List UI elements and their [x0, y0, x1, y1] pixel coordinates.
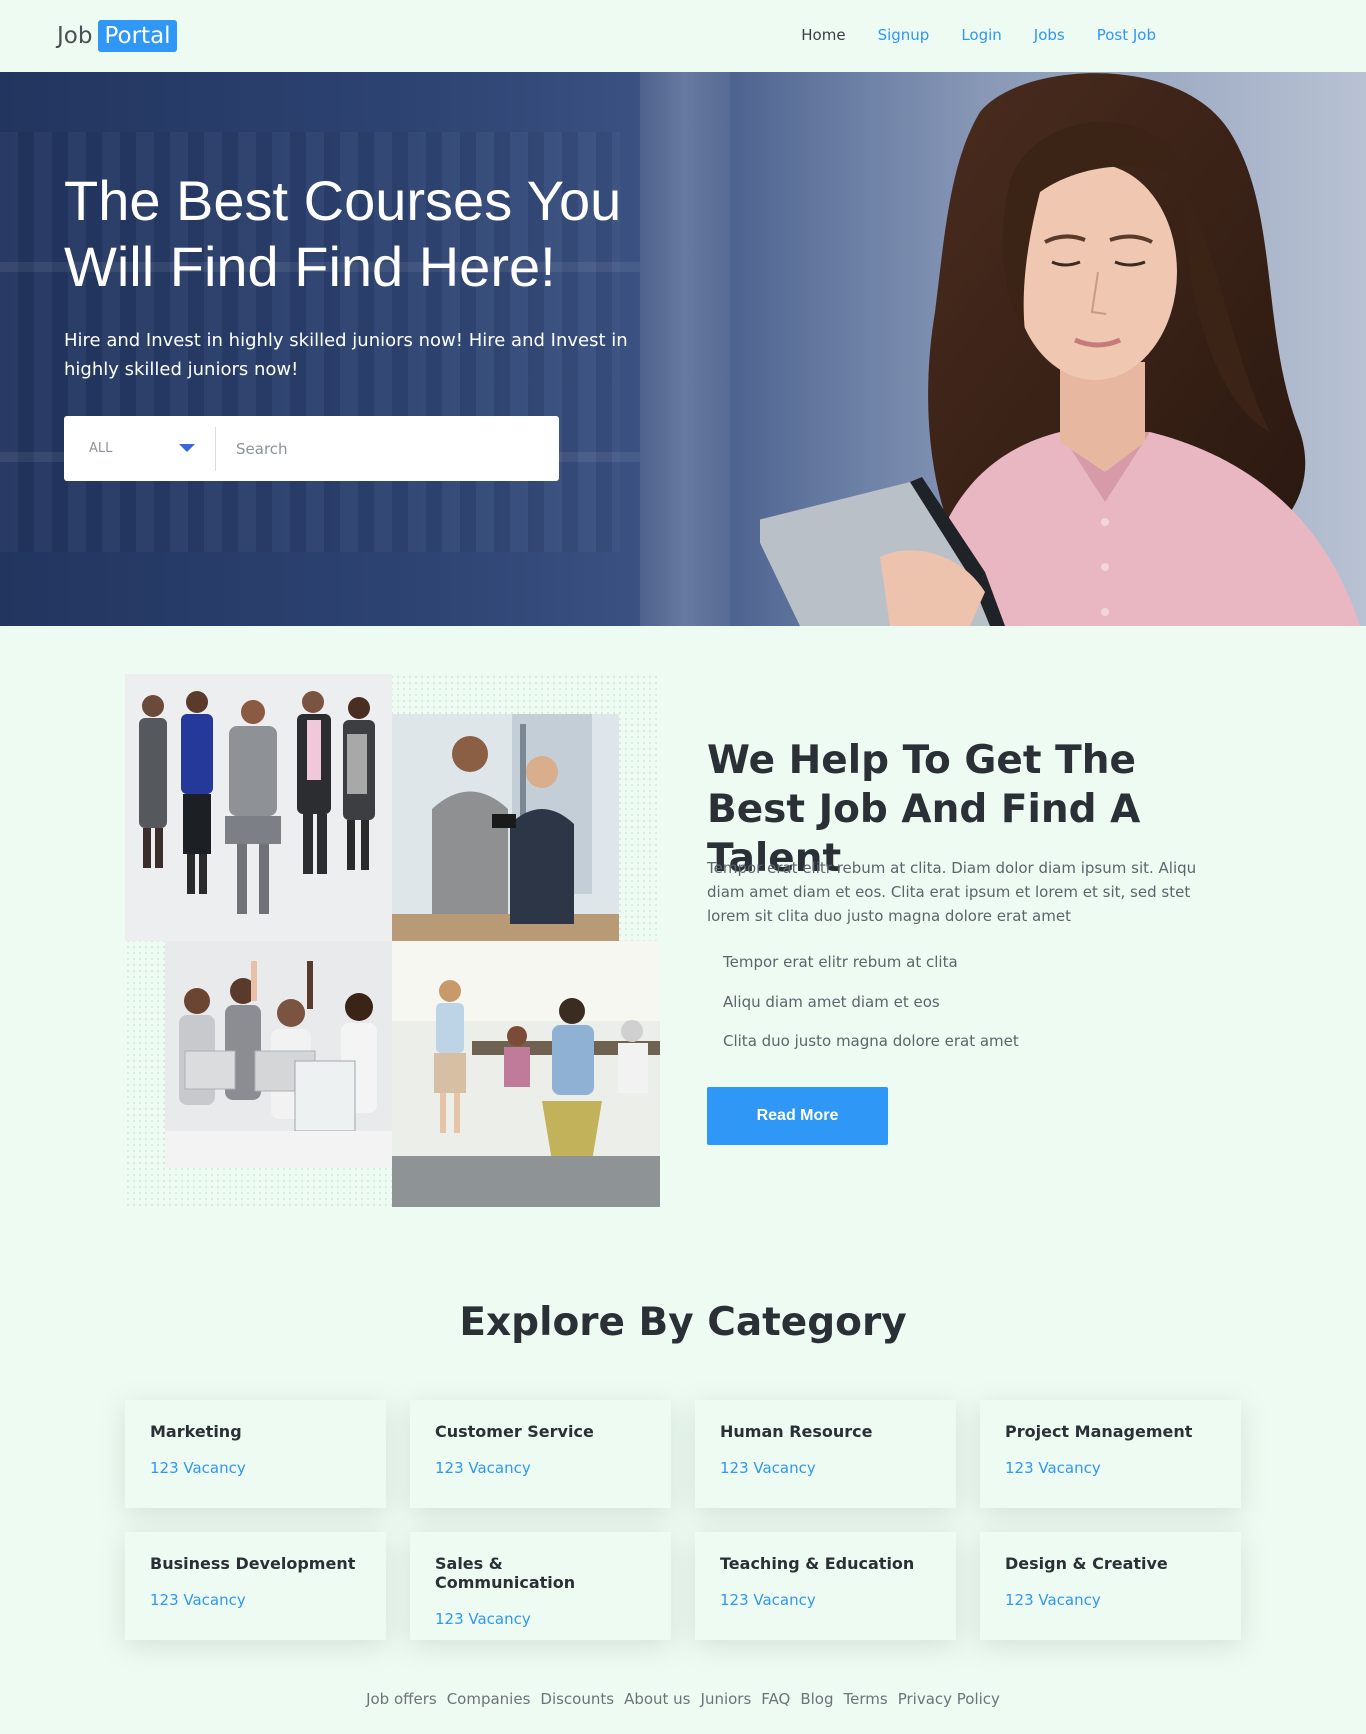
footer-link-discounts[interactable]: Discounts [540, 1690, 614, 1708]
vacancy-count: 123 Vacancy [150, 1459, 246, 1477]
caret-down-icon [179, 443, 195, 452]
category-card-project-management[interactable]: Project Management 123 Vacancy [980, 1400, 1241, 1508]
category-card-human-resource[interactable]: Human Resource 123 Vacancy [695, 1400, 956, 1508]
hero-search-box: ALL [64, 416, 559, 481]
about-description: Tempor erat elitr rebum at clita. Diam d… [707, 859, 1197, 925]
team-high-five-photo [165, 941, 392, 1168]
category-card-customer-service[interactable]: Customer Service 123 Vacancy [410, 1400, 671, 1508]
brand-text-portal: Portal [98, 20, 177, 52]
list-item: Aliqu diam amet diam et eos [723, 992, 940, 1011]
category-card-teaching-education[interactable]: Teaching & Education 123 Vacancy [695, 1532, 956, 1640]
footer-link-blog[interactable]: Blog [800, 1690, 833, 1708]
category-select-value: ALL [89, 441, 113, 456]
category-name: Human Resource [720, 1422, 873, 1441]
category-card-business-development[interactable]: Business Development 123 Vacancy [125, 1532, 386, 1640]
vacancy-count: 123 Vacancy [1005, 1459, 1101, 1477]
category-card-marketing[interactable]: Marketing 123 Vacancy [125, 1400, 386, 1508]
vacancy-count: 123 Vacancy [1005, 1591, 1101, 1609]
category-name: Sales & Communication [435, 1554, 576, 1592]
vacancy-count: 123 Vacancy [435, 1610, 531, 1628]
hero-banner: The Best Courses You Will Find Find Here… [0, 72, 1366, 626]
hero-title: The Best Courses You Will Find Find Here… [64, 169, 622, 298]
list-item: Tempor erat elitr rebum at clita [723, 953, 958, 971]
team-group-photo [125, 674, 392, 941]
vacancy-count: 123 Vacancy [435, 1459, 531, 1477]
nav-signup-link[interactable]: Signup [878, 26, 930, 44]
category-card-design-creative[interactable]: Design & Creative 123 Vacancy [980, 1532, 1241, 1640]
search-input[interactable] [216, 426, 559, 471]
nav-links: Home Signup Login Jobs Post Job [801, 26, 1156, 44]
hero-woman-with-tablet-image [760, 73, 1360, 626]
about-feature-list: Tempor erat elitr rebum at clita Aliqu d… [723, 951, 1019, 1070]
nav-jobs-link[interactable]: Jobs [1034, 26, 1065, 44]
list-item: Clita duo justo magna dolore erat amet [723, 1032, 1019, 1050]
footer-link-about-us[interactable]: About us [624, 1690, 690, 1708]
hero-subtitle: Hire and Invest in highly skilled junior… [64, 330, 628, 380]
category-name: Business Development [150, 1554, 356, 1573]
brand-logo[interactable]: Job Portal [57, 20, 177, 52]
footer-link-terms[interactable]: Terms [844, 1690, 888, 1708]
navbar: Job Portal Home Signup Login Jobs Post J… [0, 0, 1366, 72]
footer-link-companies[interactable]: Companies [447, 1690, 531, 1708]
category-name: Marketing [150, 1422, 242, 1441]
footer-link-faq[interactable]: FAQ [761, 1690, 790, 1708]
nav-post-job-link[interactable]: Post Job [1097, 26, 1156, 44]
footer-link-juniors[interactable]: Juniors [701, 1690, 752, 1708]
vacancy-count: 123 Vacancy [720, 1591, 816, 1609]
businessmen-handshake-photo [392, 714, 619, 941]
category-card-sales-communication[interactable]: Sales & Communication 123 Vacancy [410, 1532, 671, 1640]
category-section-title: Explore By Category [459, 1300, 907, 1345]
category-name: Project Management [1005, 1422, 1193, 1441]
category-name: Teaching & Education [720, 1554, 915, 1573]
vacancy-count: 123 Vacancy [150, 1591, 246, 1609]
nav-login-link[interactable]: Login [961, 26, 1001, 44]
category-select[interactable]: ALL [64, 426, 216, 471]
meeting-presentation-photo [392, 941, 660, 1207]
category-grid: Marketing 123 Vacancy Customer Service 1… [125, 1400, 1241, 1640]
vacancy-count: 123 Vacancy [720, 1459, 816, 1477]
category-name: Design & Creative [1005, 1554, 1168, 1573]
category-name: Customer Service [435, 1422, 594, 1441]
footer-link-job-offers[interactable]: Job offers [366, 1690, 437, 1708]
footer-link-privacy-policy[interactable]: Privacy Policy [898, 1690, 1000, 1708]
read-more-button[interactable]: Read More [707, 1087, 888, 1145]
footer-links: Job offers Companies Discounts About us … [0, 1690, 1366, 1708]
about-image-collage [125, 674, 660, 1207]
brand-text-job: Job [57, 23, 93, 49]
nav-home-link[interactable]: Home [801, 26, 845, 44]
